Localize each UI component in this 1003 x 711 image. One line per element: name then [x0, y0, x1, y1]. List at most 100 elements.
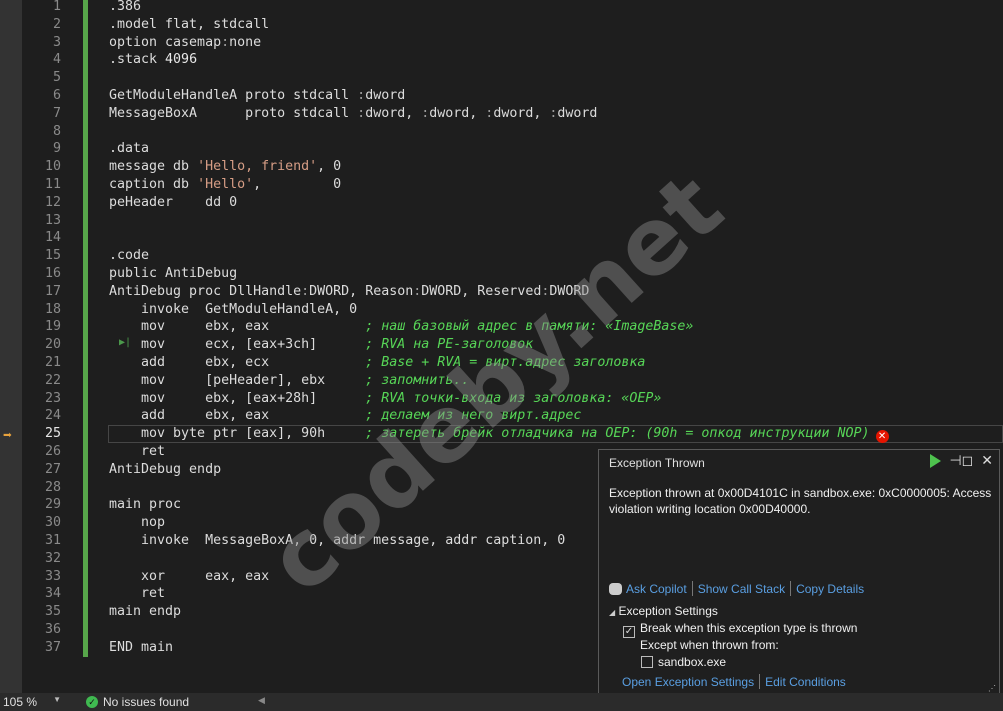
code-line[interactable]: 11 caption db 'Hello', 0	[0, 176, 1003, 194]
line-number: 28	[44, 479, 61, 495]
edit-conditions-link[interactable]: Edit Conditions	[765, 675, 846, 689]
line-number: 30	[44, 515, 61, 531]
code-token: dword	[557, 105, 598, 121]
issues-indicator[interactable]: ✓ No issues found	[86, 695, 189, 709]
code-text: GetModuleHandleA proto stdcall :dword	[109, 87, 405, 105]
open-exception-settings-link[interactable]: Open Exception Settings	[622, 675, 754, 689]
line-number: 23	[44, 390, 61, 406]
code-line[interactable]: 13	[0, 212, 1003, 230]
code-line[interactable]: 14	[0, 229, 1003, 247]
code-line[interactable]: 12 peHeader dd 0	[0, 194, 1003, 212]
code-token: dword	[365, 88, 406, 103]
code-line[interactable]: 22 mov [peHeader], ebx ; запомнить..	[0, 372, 1003, 390]
code-comment: ; Base + RVA = вирт.адрес заголовка	[365, 355, 646, 370]
code-line[interactable]: 25 mov byte ptr [eax], 90h ; затереть бр…	[0, 425, 1003, 444]
code-token: mov byte ptr [eax], 90h	[109, 426, 366, 442]
continue-icon[interactable]	[930, 454, 942, 468]
code-text: AntiDebug proc DllHandle:DWORD, Reason:D…	[109, 283, 589, 301]
code-token: mov ebx, eax	[109, 319, 366, 335]
line-number: 3	[52, 34, 61, 50]
code-line[interactable]: 8	[0, 123, 1003, 141]
line-number: 12	[44, 194, 61, 210]
close-icon[interactable]: ✕	[981, 453, 993, 469]
code-token: GetModuleHandleA proto stdcall	[109, 88, 358, 103]
code-line[interactable]: 7 MessageBoxA proto stdcall :dword, :dwor…	[0, 105, 1003, 123]
line-number: 14	[44, 230, 61, 246]
line-number: 33	[44, 568, 61, 584]
code-token: main proc	[109, 497, 182, 513]
code-line[interactable]: 19 mov ebx, eax ; наш базовый адрес в па…	[0, 318, 1003, 336]
exception-settings-header[interactable]: ◢ Exception Settings	[609, 604, 718, 618]
code-text: .model flat, stdcall	[109, 16, 269, 34]
check-icon: ✓	[86, 696, 98, 708]
line-number: 7	[52, 105, 61, 121]
code-text: mov [peHeader], ebx ; запомнить..	[109, 372, 469, 390]
settings-header-label: Exception Settings	[618, 604, 718, 618]
break-checkbox[interactable]: ✓	[623, 626, 635, 638]
line-number: 20	[44, 337, 61, 353]
horizontal-scroll-left-icon[interactable]: ◀	[258, 695, 265, 706]
line-number: 10	[44, 159, 61, 175]
code-line[interactable]: 20 mov ecx, [eax+3ch] ; RVA на PE-заголо…	[0, 336, 1003, 354]
code-text: mov ebx, eax ; наш базовый адрес в памят…	[109, 318, 693, 336]
code-token: ret	[109, 444, 166, 459]
code-line[interactable]: 16 public AntiDebug	[0, 265, 1003, 283]
code-token: dword,	[429, 105, 486, 121]
code-line[interactable]: 10 message db 'Hello, friend', 0	[0, 158, 1003, 176]
code-token: END main	[109, 639, 174, 655]
editor-status-bar: 105 % ▼ ✓ No issues found ◀	[0, 693, 1003, 711]
divider	[691, 581, 693, 596]
resize-grip-icon[interactable]: ⋰	[988, 684, 996, 693]
line-number: 25	[44, 426, 61, 442]
line-number: 17	[44, 283, 61, 299]
module-checkbox[interactable]	[641, 656, 653, 668]
code-token: invoke GetModuleHandleA, 0	[109, 301, 358, 317]
code-line[interactable]: 17 AntiDebug proc DllHandle:DWORD, Reason…	[0, 283, 1003, 301]
code-token: nop	[109, 515, 166, 531]
line-number: 26	[44, 444, 61, 459]
ask-copilot-link[interactable]: Ask Copilot	[626, 582, 687, 596]
code-text: MessageBoxA proto stdcall :dword, :dword…	[109, 105, 597, 123]
pin-icon[interactable]: ⊣◻	[949, 453, 973, 469]
issues-label: No issues found	[103, 695, 190, 709]
code-line[interactable]: 18 invoke GetModuleHandleA, 0	[0, 301, 1003, 319]
line-number: 21	[44, 355, 61, 370]
zoom-value: 105 %	[3, 695, 38, 709]
show-call-stack-link[interactable]: Show Call Stack	[698, 582, 785, 596]
code-text: .stack 4096	[109, 51, 197, 69]
code-line[interactable]: 24 add ebx, eax ; делаем из него вирт.ад…	[0, 407, 1003, 425]
code-line[interactable]: 5	[0, 69, 1003, 87]
code-token: none	[229, 34, 262, 50]
code-line[interactable]: 3 option casemap:none	[0, 34, 1003, 52]
code-line[interactable]: 23 mov ebx, [eax+28h] ; RVA точки-входа …	[0, 390, 1003, 408]
code-token: .data	[109, 141, 150, 157]
line-number: 15	[44, 248, 61, 264]
code-token: .stack	[109, 52, 166, 68]
except-label: Except when thrown from:	[640, 638, 779, 652]
code-line[interactable]: 9 .data	[0, 140, 1003, 158]
code-line[interactable]: 2 .model flat, stdcall	[0, 16, 1003, 34]
run-to-click-icon[interactable]: ▶|	[119, 337, 131, 348]
code-token: AntiDebug proc DllHandle	[109, 283, 302, 299]
code-token: add ebx, eax	[109, 408, 366, 424]
code-token: AntiDebug endp	[109, 461, 222, 477]
code-line[interactable]: 1 .386	[0, 0, 1003, 16]
code-token: :	[221, 34, 230, 50]
code-text: mov ebx, [eax+28h] ; RVA точки-входа из …	[109, 390, 661, 408]
line-number: 11	[44, 177, 61, 192]
code-token: main endp	[109, 604, 182, 620]
zoom-dropdown[interactable]: 105 % ▼	[3, 695, 61, 709]
line-number: 35	[44, 604, 61, 620]
code-line[interactable]: 6 GetModuleHandleA proto stdcall :dword	[0, 87, 1003, 105]
code-line[interactable]: 4 .stack 4096	[0, 51, 1003, 69]
code-token: ret	[109, 586, 166, 602]
code-line[interactable]: 21 add ebx, ecx ; Base + RVA = вирт.адре…	[0, 354, 1003, 372]
code-line[interactable]: 15 .code	[0, 247, 1003, 265]
code-text: ret	[109, 585, 165, 603]
error-icon[interactable]: ✕	[875, 430, 889, 444]
copy-details-link[interactable]: Copy Details	[796, 582, 864, 596]
line-number: 8	[52, 123, 61, 139]
code-token: , 0	[253, 177, 342, 192]
popup-title: Exception Thrown	[609, 456, 705, 470]
code-comment: ; делаем из него вирт.адрес	[365, 408, 582, 424]
